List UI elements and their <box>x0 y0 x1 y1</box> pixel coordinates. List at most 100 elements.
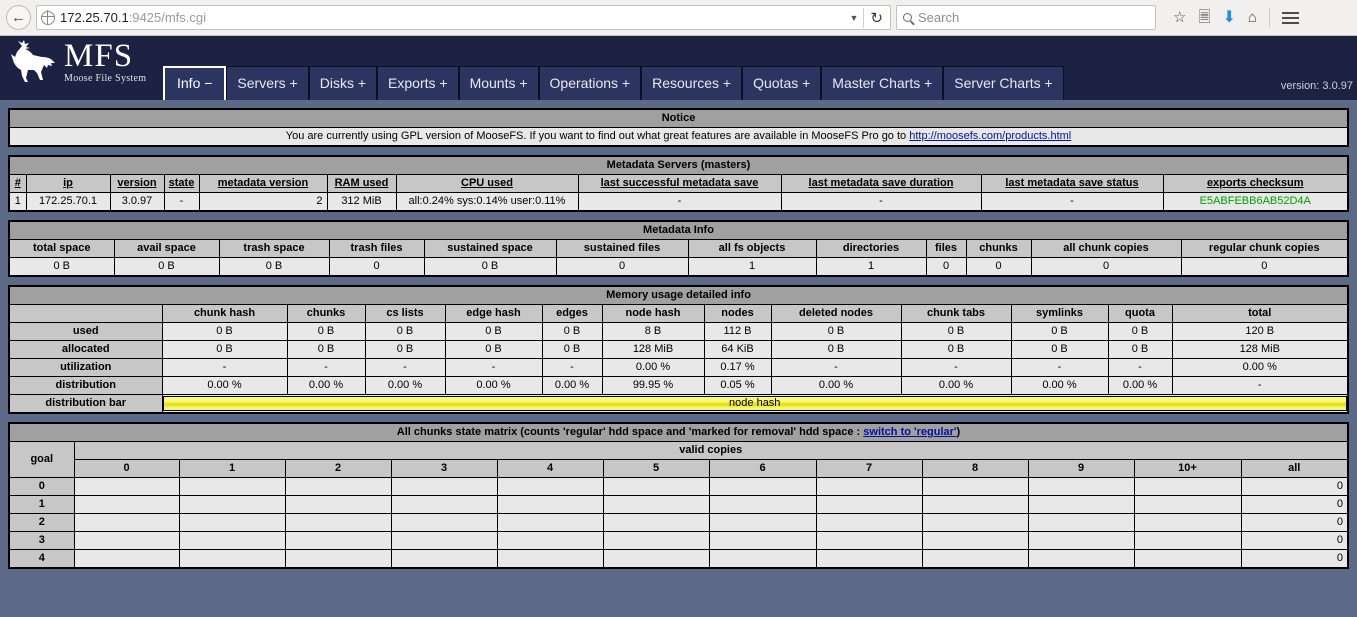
notice-title: Notice <box>8 108 1349 128</box>
col-trash-files: trash files <box>328 239 425 258</box>
cell: 0 <box>1240 513 1349 532</box>
cell <box>921 531 1029 550</box>
col-trash-space: trash space <box>218 239 330 258</box>
notice-table: Notice You are currently using GPL versi… <box>8 108 1349 147</box>
cell: 0 B <box>1107 340 1173 359</box>
cell: 0.00 % <box>286 376 366 395</box>
cell: 0 B <box>1010 340 1109 359</box>
col-regular-chunk-copies: regular chunk copies <box>1180 239 1349 258</box>
chevron-down-icon[interactable]: ▼ <box>848 13 861 23</box>
cell <box>815 495 923 514</box>
metadata-servers-table: Metadata Servers (masters) # ip version … <box>8 155 1349 212</box>
cell <box>284 531 392 550</box>
row-goal-3: 3 <box>8 531 75 550</box>
reload-icon[interactable]: ↻ <box>867 9 886 27</box>
search-input[interactable]: Search <box>918 10 959 25</box>
col-copies-10plus: 10+ <box>1133 459 1242 478</box>
bookmark-star-icon[interactable]: ☆ <box>1173 10 1186 25</box>
tab-exports[interactable]: Exports + <box>377 66 459 100</box>
cell: 0 <box>1240 477 1349 496</box>
tab-resources[interactable]: Resources + <box>641 66 743 100</box>
table-header-row: total space avail space trash space tras… <box>8 239 1349 258</box>
moose-icon <box>11 40 55 82</box>
tab-mounts[interactable]: Mounts + <box>458 66 539 100</box>
tab-servers[interactable]: Servers + <box>226 66 309 100</box>
col-chunks: chunks <box>286 304 366 323</box>
cell <box>815 549 923 569</box>
cell: - <box>541 358 603 377</box>
col-all-fs-objects: all fs objects <box>687 239 817 258</box>
cell <box>73 495 180 514</box>
col-copies-4: 4 <box>496 459 604 478</box>
cell <box>496 477 604 496</box>
metadata-info-title: Metadata Info <box>8 220 1349 240</box>
col-quota: quota <box>1107 304 1173 323</box>
cell: 0.00 % <box>601 358 705 377</box>
cell <box>73 549 180 569</box>
cell-checksum: E5ABFEBB6AB52D4A <box>1162 192 1349 212</box>
cell <box>708 549 817 569</box>
cell: 0 B <box>286 322 366 341</box>
moosefs-products-link[interactable]: http://moosefs.com/products.html <box>909 130 1071 142</box>
cell: 0.00 % <box>444 376 543 395</box>
cell: 0 <box>1240 549 1349 569</box>
row-goal-2: 2 <box>8 513 75 532</box>
tab-master-charts[interactable]: Master Charts + <box>821 66 944 100</box>
logo-title: MFS <box>64 38 134 74</box>
tab-quotas[interactable]: Quotas + <box>742 66 822 100</box>
col-copies-9: 9 <box>1027 459 1135 478</box>
menu-icon[interactable] <box>1281 11 1299 24</box>
distribution-bar-segment-label: node hash <box>729 397 781 409</box>
cell <box>284 495 392 514</box>
col-total: total <box>1171 304 1349 323</box>
cell: 0 <box>1240 495 1349 514</box>
cell <box>1027 495 1135 514</box>
cell: 0 B <box>444 340 543 359</box>
cell: 0.00 % <box>161 376 288 395</box>
tab-operations[interactable]: Operations + <box>538 66 642 100</box>
cell-ram: 312 MiB <box>326 192 397 212</box>
cell-total-space: 0 B <box>8 257 115 277</box>
cell <box>815 513 923 532</box>
col-copies-3: 3 <box>390 459 498 478</box>
cell: 0 <box>1240 531 1349 550</box>
cell-trash-files: 0 <box>328 257 425 277</box>
cell: - <box>770 358 902 377</box>
memory-usage-table: Memory usage detailed info chunk hash ch… <box>8 285 1349 414</box>
cell-save-dur: - <box>780 192 982 212</box>
table-row: 1 172.25.70.1 3.0.97 - 2 312 MiB all:0.2… <box>8 192 1349 212</box>
app-header: MFS Moose File System Info − Servers + D… <box>0 36 1357 100</box>
table-row: 2 0 <box>8 513 1349 532</box>
cell <box>496 495 604 514</box>
table-row: utilization - - - - - 0.00 % 0.17 % - - … <box>8 358 1349 377</box>
cell <box>390 513 498 532</box>
tab-info[interactable]: Info − <box>163 66 227 100</box>
row-goal-4: 4 <box>8 549 75 569</box>
metadata-info-table: Metadata Info total space avail space tr… <box>8 220 1349 277</box>
reader-list-icon[interactable]: 🗏 <box>1198 10 1210 25</box>
cell-regular-chunk-copies: 0 <box>1180 257 1349 277</box>
cell <box>178 495 286 514</box>
download-icon[interactable]: ⬇ <box>1223 9 1236 26</box>
search-box[interactable]: Search <box>896 5 1156 30</box>
cell <box>284 549 392 569</box>
switch-to-regular-link[interactable]: switch to 'regular' <box>863 426 956 438</box>
back-arrow-icon[interactable]: ← <box>6 5 31 30</box>
tab-disks[interactable]: Disks + <box>308 66 378 100</box>
cell <box>390 495 498 514</box>
home-icon[interactable]: ⌂ <box>1248 10 1257 25</box>
cell <box>1133 549 1242 569</box>
tab-server-charts[interactable]: Server Charts + <box>943 66 1064 100</box>
cell <box>496 513 604 532</box>
col-num: # <box>8 174 27 193</box>
table-row: used 0 B 0 B 0 B 0 B 0 B 8 B 112 B 0 B 0… <box>8 322 1349 341</box>
row-label-distribution-bar: distribution bar <box>8 394 163 414</box>
col-ram: RAM used <box>326 174 397 193</box>
cell <box>708 513 817 532</box>
col-copies-2: 2 <box>284 459 392 478</box>
cell: 0 B <box>541 322 603 341</box>
cell: 8 B <box>601 322 705 341</box>
col-chunk-hash: chunk hash <box>161 304 288 323</box>
cell <box>1027 531 1135 550</box>
url-bar[interactable]: 172.25.70.1:9425/mfs.cgi ▼ ↻ <box>36 5 891 30</box>
